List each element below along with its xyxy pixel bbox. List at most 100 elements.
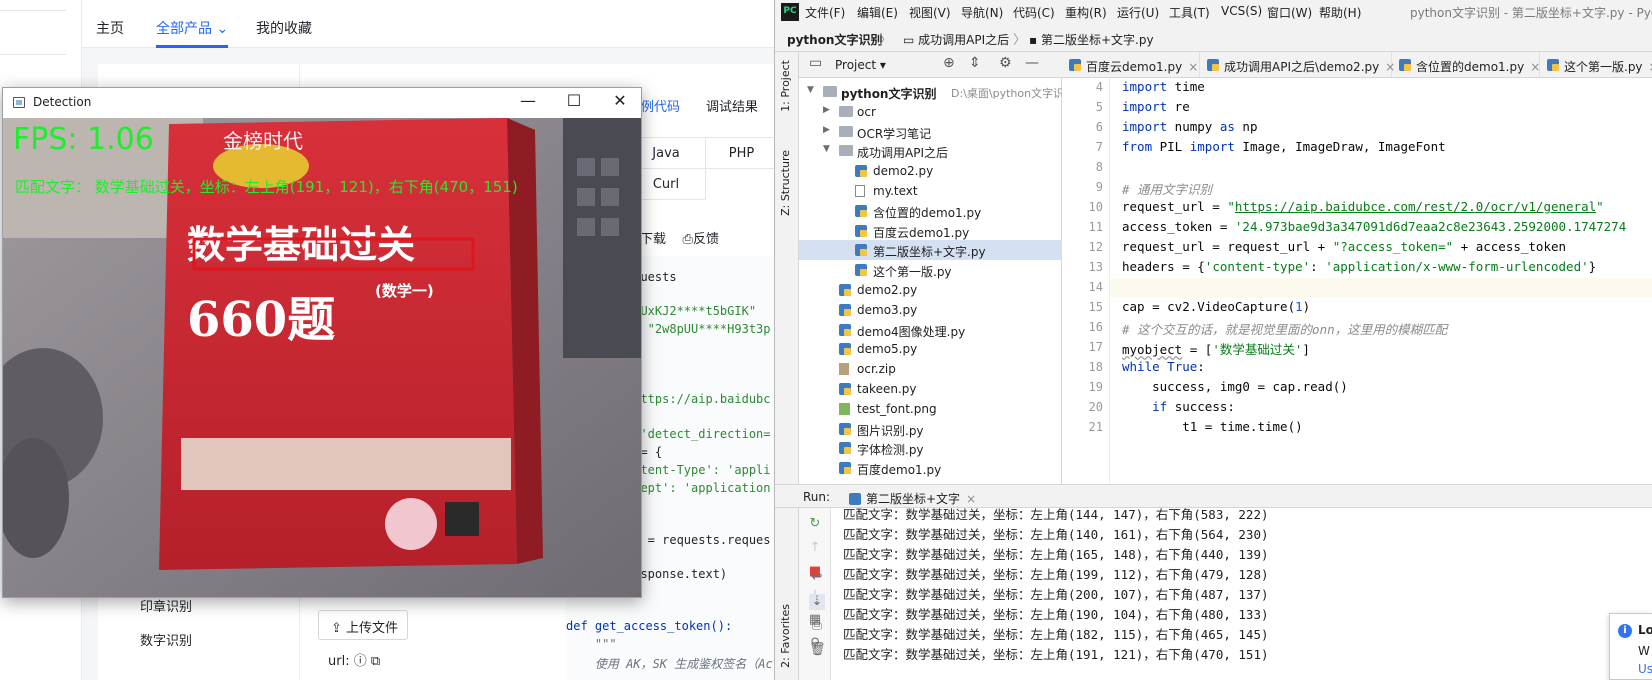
tree-item[interactable]: ▶ ocr <box>799 102 1062 122</box>
tree-item[interactable]: ocr.zip <box>799 359 1062 379</box>
menu-item[interactable]: 帮助(H) <box>1319 4 1361 21</box>
menu-item[interactable]: 运行(U) <box>1117 4 1159 21</box>
lang-php[interactable]: PHP <box>705 137 778 169</box>
tree-item[interactable]: demo2.py <box>799 280 1062 300</box>
url-text: url: <box>328 654 350 669</box>
wrap-icon[interactable]: ↩ <box>809 570 825 586</box>
collapse-icon[interactable]: ⇕ <box>969 55 981 71</box>
crumb-folder[interactable]: ▭ 成功调用API之后 <box>903 31 1009 48</box>
detection-titlebar[interactable]: Detection — ☐ ✕ <box>3 88 641 118</box>
run-console[interactable]: 匹配文字：数学基础过关，坐标：左上角(144, 147)，右下角(583, 22… <box>831 508 1652 680</box>
copy-icon[interactable]: ⧉ <box>371 654 380 669</box>
trash-icon[interactable]: 🗑 <box>809 642 826 658</box>
print-icon[interactable]: ⎙ <box>809 618 825 634</box>
code-token: t1 = time.time() <box>1122 419 1303 434</box>
maximize-button[interactable]: ☐ <box>551 88 597 118</box>
download-link[interactable]: 下载 <box>640 232 666 247</box>
line-number: 12 <box>1088 240 1103 254</box>
tree-item[interactable]: ▶ OCR学习笔记 <box>799 122 1062 142</box>
code-line: = "2w8pUU****H93t3p <box>626 322 771 336</box>
menu-item[interactable]: 窗口(W) <box>1267 4 1312 21</box>
tree-item[interactable]: demo5.py <box>799 339 1062 359</box>
tool-project[interactable]: 1: Project <box>779 60 792 112</box>
close-button[interactable]: ✕ <box>597 88 643 118</box>
tree-item[interactable]: 字体检测.py <box>799 438 1062 458</box>
run-tab[interactable]: 第二版坐标+文字 × <box>849 490 976 507</box>
chevron-down-icon[interactable]: ▼ <box>807 85 814 95</box>
nav-all-products[interactable]: 全部产品 ⌄ <box>156 18 228 38</box>
code-line: # 这个交互的话，就是视觉里面的onn，这里用的模糊匹配 <box>1122 319 1447 338</box>
feedback-link[interactable]: ⎙反馈 <box>683 232 719 247</box>
locate-icon[interactable]: ⊕ <box>943 55 955 71</box>
menu-item[interactable]: 编辑(E) <box>857 4 898 21</box>
tree-item[interactable]: demo2.py <box>799 161 1062 181</box>
chevron-down-icon[interactable]: ▼ <box>823 144 830 154</box>
notification-popup[interactable]: i Lo W Us <box>1609 613 1652 680</box>
side-item-digits[interactable]: 数字识别 <box>140 630 192 649</box>
code-line: access_token = '24.973bae9d3a347091d6d7e… <box>1122 219 1626 234</box>
tree-item[interactable]: 百度云demo1.py <box>799 221 1062 241</box>
python-file-icon <box>849 493 861 505</box>
tab-debug-result[interactable]: 调试结果 <box>706 96 758 115</box>
editor-tab-label: 百度云demo1.py <box>1086 60 1183 74</box>
tool-structure[interactable]: Z: Structure <box>779 150 792 216</box>
help-icon[interactable]: ⓘ <box>354 654 367 669</box>
tree-item[interactable]: 第二版坐标+文字.py <box>799 240 1062 261</box>
notification-link[interactable]: Us <box>1638 662 1652 676</box>
editor-tab[interactable]: 成功调用API之后\demo2.py × <box>1200 52 1395 77</box>
editor-tab[interactable]: 含位置的demo1.py × <box>1392 52 1540 77</box>
divider <box>0 54 66 55</box>
project-dropdown[interactable]: Project ▾ <box>835 58 886 72</box>
console-line: 匹配文字：数学基础过关，坐标：左上角(144, 147)，右下角(583, 22… <box>843 508 1269 522</box>
gear-icon[interactable]: ⚙ <box>999 55 1012 71</box>
tree-item[interactable]: demo3.py <box>799 300 1062 320</box>
minimize-button[interactable]: — <box>505 88 551 118</box>
hide-icon[interactable]: — <box>1025 55 1039 71</box>
editor-tab[interactable]: 这个第一版.py × <box>1540 52 1652 77</box>
menu-item[interactable]: 文件(F) <box>805 4 845 21</box>
tree-item[interactable]: 这个第一版.py <box>799 260 1062 280</box>
menu-item[interactable]: 视图(V) <box>909 4 951 21</box>
crumb-project[interactable]: python文字识别 <box>787 31 882 48</box>
code-editor[interactable]: 4 5 6 7 8 9 10 11 12 13 14 15 16 17 18 19 20 21 import ti… <box>1062 78 1652 484</box>
tree-item[interactable]: 百度demo1.py <box>799 458 1062 478</box>
tree-item[interactable]: takeen.py <box>799 379 1062 399</box>
code-token: 'content-type' <box>1204 259 1311 274</box>
tree-item[interactable]: 图片识别.py <box>799 419 1062 439</box>
up-icon[interactable]: ↑ <box>807 540 823 556</box>
menu-item[interactable]: 代码(C) <box>1013 4 1055 21</box>
code-token: ] <box>1302 342 1310 357</box>
code-token: : <box>1197 359 1205 374</box>
close-icon[interactable]: × <box>966 492 976 506</box>
tree-item[interactable]: test_font.png <box>799 399 1062 419</box>
line-number: 16 <box>1088 320 1103 334</box>
close-icon[interactable]: × <box>1188 60 1198 74</box>
tool-favorites[interactable]: 2: Favorites <box>779 604 792 668</box>
tree-item[interactable]: demo4图像处理.py <box>799 320 1062 340</box>
chevron-right-icon[interactable]: ▶ <box>823 105 830 115</box>
tree-item[interactable]: my.text <box>799 181 1062 201</box>
chevron-right-icon[interactable]: ▶ <box>823 125 830 135</box>
close-icon[interactable]: × <box>1649 60 1652 74</box>
close-icon[interactable]: × <box>1530 60 1540 74</box>
nav-home[interactable]: 主页 <box>96 18 124 38</box>
nav-active-underline <box>156 45 228 48</box>
nav-favorites[interactable]: 我的收藏 <box>256 18 312 38</box>
tree-item-label: demo2.py <box>857 283 918 297</box>
upload-file-button[interactable]: ⇪ 上传文件 <box>318 610 408 640</box>
scroll-end-icon[interactable]: ⇣ <box>809 594 825 610</box>
tree-item[interactable]: ▼ python文字识别 D:\桌面\python文字识 <box>799 82 1062 102</box>
tree-item[interactable]: ▼ 成功调用API之后 <box>799 141 1062 161</box>
menu-item[interactable]: 工具(T) <box>1169 4 1210 21</box>
side-item-seal[interactable]: 印章识别 <box>140 596 192 615</box>
menu-item[interactable]: 导航(N) <box>961 4 1003 21</box>
line-number: 6 <box>1095 120 1103 134</box>
tree-item[interactable]: 含位置的demo1.py <box>799 201 1062 221</box>
crumb-file[interactable]: ▪ 第二版坐标+文字.py <box>1029 31 1154 48</box>
detection-window[interactable]: Detection — ☐ ✕ 金榜时代 数学基础过关 660题 (数学一) F… <box>2 87 642 598</box>
rerun-icon[interactable]: ↻ <box>807 516 823 532</box>
menu-item[interactable]: VCS(S) <box>1221 4 1262 18</box>
python-file-icon <box>839 442 851 455</box>
editor-tab[interactable]: 百度云demo1.py × <box>1062 52 1200 77</box>
menu-item[interactable]: 重构(R) <box>1065 4 1107 21</box>
